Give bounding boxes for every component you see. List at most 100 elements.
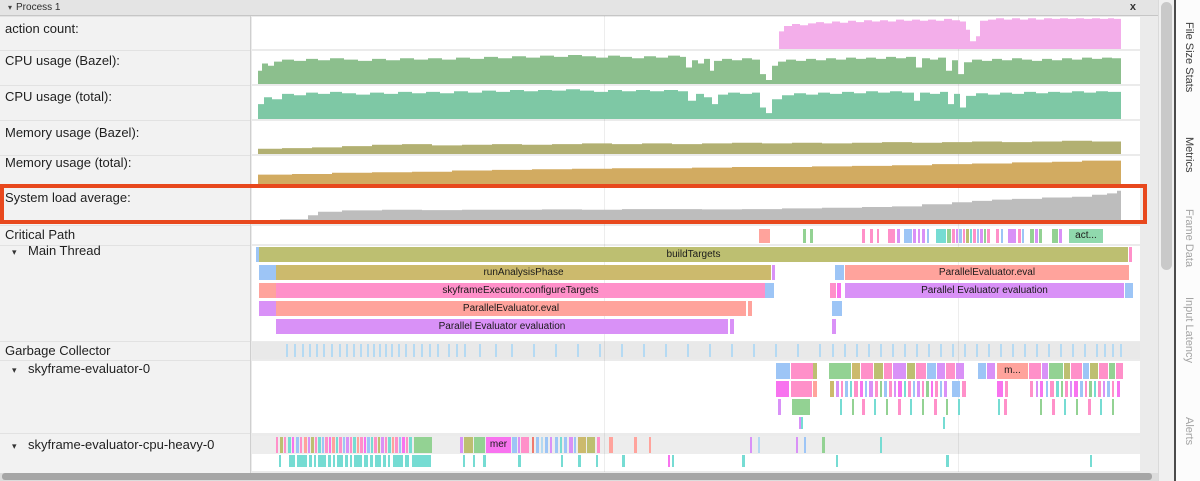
- gc-event-tick[interactable]: [353, 344, 355, 357]
- trace-slice[interactable]: [336, 437, 338, 453]
- collapse-arrow-icon[interactable]: ▾: [12, 245, 17, 259]
- trace-slice[interactable]: [1001, 229, 1003, 243]
- trace-slice[interactable]: [597, 437, 600, 453]
- trace-slice[interactable]: [874, 363, 883, 379]
- gc-event-tick[interactable]: [621, 344, 623, 357]
- trace-slice[interactable]: [350, 437, 352, 453]
- trace-slice[interactable]: [284, 437, 286, 453]
- gc-event-tick[interactable]: [665, 344, 667, 357]
- trace-slice[interactable]: [778, 399, 781, 415]
- track-label-skyframe-evaluator-0[interactable]: ▾skyframe-evaluator-0: [0, 362, 250, 376]
- gc-event-tick[interactable]: [331, 344, 333, 357]
- trace-slice[interactable]: [280, 437, 283, 453]
- trace-slice[interactable]: [474, 437, 485, 453]
- trace-slice[interactable]: m...: [997, 363, 1028, 379]
- trace-slice[interactable]: [1030, 381, 1033, 397]
- trace-slice[interactable]: [947, 229, 951, 243]
- gc-event-tick[interactable]: [479, 344, 481, 357]
- trace-slice[interactable]: [888, 229, 895, 243]
- trace-slice[interactable]: [364, 455, 368, 467]
- gc-event-tick[interactable]: [1000, 344, 1002, 357]
- trace-slice[interactable]: [813, 363, 817, 379]
- gc-event-tick[interactable]: [797, 344, 799, 357]
- gc-event-tick[interactable]: [988, 344, 990, 357]
- gc-event-tick[interactable]: [952, 344, 954, 357]
- gc-event-tick[interactable]: [385, 344, 387, 357]
- trace-slice[interactable]: [973, 229, 976, 243]
- gc-event-tick[interactable]: [413, 344, 415, 357]
- trace-slice[interactable]: [483, 455, 486, 467]
- trace-slice[interactable]: [832, 319, 836, 334]
- gc-event-tick[interactable]: [687, 344, 689, 357]
- trace-slice[interactable]: [862, 229, 865, 243]
- trace-slice[interactable]: [649, 437, 651, 453]
- trace-slice[interactable]: [541, 437, 543, 453]
- trace-slice[interactable]: [996, 229, 999, 243]
- gc-event-tick[interactable]: [1048, 344, 1050, 357]
- trace-slice[interactable]: [730, 319, 734, 334]
- trace-slice[interactable]: [935, 381, 938, 397]
- trace-slice[interactable]: [292, 437, 294, 453]
- trace-slice[interactable]: [1090, 363, 1098, 379]
- trace-slice[interactable]: [841, 381, 843, 397]
- trace-slice[interactable]: [803, 229, 806, 243]
- trace-slice[interactable]: [869, 381, 873, 397]
- track-label-main-thread[interactable]: ▾Main Thread: [0, 244, 250, 258]
- trace-slice[interactable]: [998, 399, 1000, 415]
- gc-event-tick[interactable]: [1120, 344, 1122, 357]
- gc-event-tick[interactable]: [1060, 344, 1062, 357]
- trace-slice[interactable]: [1004, 399, 1007, 415]
- trace-slice[interactable]: [874, 399, 876, 415]
- trace-slice[interactable]: [759, 229, 770, 243]
- trace-slice[interactable]: [997, 381, 1003, 397]
- trace-slice[interactable]: [860, 381, 863, 397]
- gc-event-tick[interactable]: [379, 344, 381, 357]
- trace-slice[interactable]: [1065, 381, 1068, 397]
- trace-slice[interactable]: [385, 437, 387, 453]
- trace-slice[interactable]: [388, 437, 391, 453]
- trace-slice[interactable]: Parallel Evaluator evaluation: [276, 319, 728, 334]
- gc-event-tick[interactable]: [533, 344, 535, 357]
- trace-slice[interactable]: [830, 381, 834, 397]
- trace-slice[interactable]: [792, 399, 810, 415]
- trace-slice[interactable]: [276, 437, 278, 453]
- trace-slice[interactable]: [748, 301, 752, 316]
- trace-slice[interactable]: [634, 437, 637, 453]
- trace-slice[interactable]: [742, 455, 745, 467]
- trace-slice[interactable]: Parallel Evaluator evaluation: [845, 283, 1124, 298]
- trace-slice[interactable]: [405, 455, 409, 467]
- tab-alerts[interactable]: Alerts: [1183, 417, 1195, 445]
- trace-slice[interactable]: [1049, 363, 1063, 379]
- trace-slice[interactable]: [956, 363, 964, 379]
- trace-slice[interactable]: [1050, 381, 1054, 397]
- trace-slice[interactable]: [345, 455, 348, 467]
- trace-slice[interactable]: [1085, 381, 1087, 397]
- track-label-skyframe-evaluator-cpu-heavy-0[interactable]: ▾skyframe-evaluator-cpu-heavy-0: [0, 438, 250, 452]
- trace-slice[interactable]: [931, 381, 933, 397]
- gc-event-tick[interactable]: [643, 344, 645, 357]
- trace-slice[interactable]: [333, 455, 335, 467]
- trace-slice[interactable]: [463, 455, 465, 467]
- vertical-scrollbar-thumb[interactable]: [1161, 2, 1172, 270]
- system-load-chart[interactable]: [252, 188, 1140, 222]
- trace-slice[interactable]: [776, 363, 790, 379]
- trace-slice[interactable]: [1117, 381, 1120, 397]
- tab-file-size-stats[interactable]: File Size Stats: [1183, 22, 1195, 92]
- trace-slice[interactable]: [395, 437, 398, 453]
- gc-event-tick[interactable]: [880, 344, 882, 357]
- trace-slice[interactable]: [877, 229, 879, 243]
- trace-slice[interactable]: act...: [1069, 229, 1103, 243]
- trace-slice[interactable]: [913, 381, 915, 397]
- gc-event-tick[interactable]: [464, 344, 466, 357]
- trace-slice[interactable]: [350, 455, 352, 467]
- trace-slice[interactable]: [296, 437, 299, 453]
- gc-event-tick[interactable]: [294, 344, 296, 357]
- trace-slice[interactable]: [1036, 381, 1038, 397]
- trace-slice[interactable]: [907, 363, 915, 379]
- trace-slice[interactable]: [758, 437, 760, 453]
- trace-slice[interactable]: [946, 399, 948, 415]
- trace-slice[interactable]: [880, 437, 882, 453]
- gc-event-tick[interactable]: [1072, 344, 1074, 357]
- trace-slice[interactable]: [409, 437, 412, 453]
- trace-slice[interactable]: [622, 455, 625, 467]
